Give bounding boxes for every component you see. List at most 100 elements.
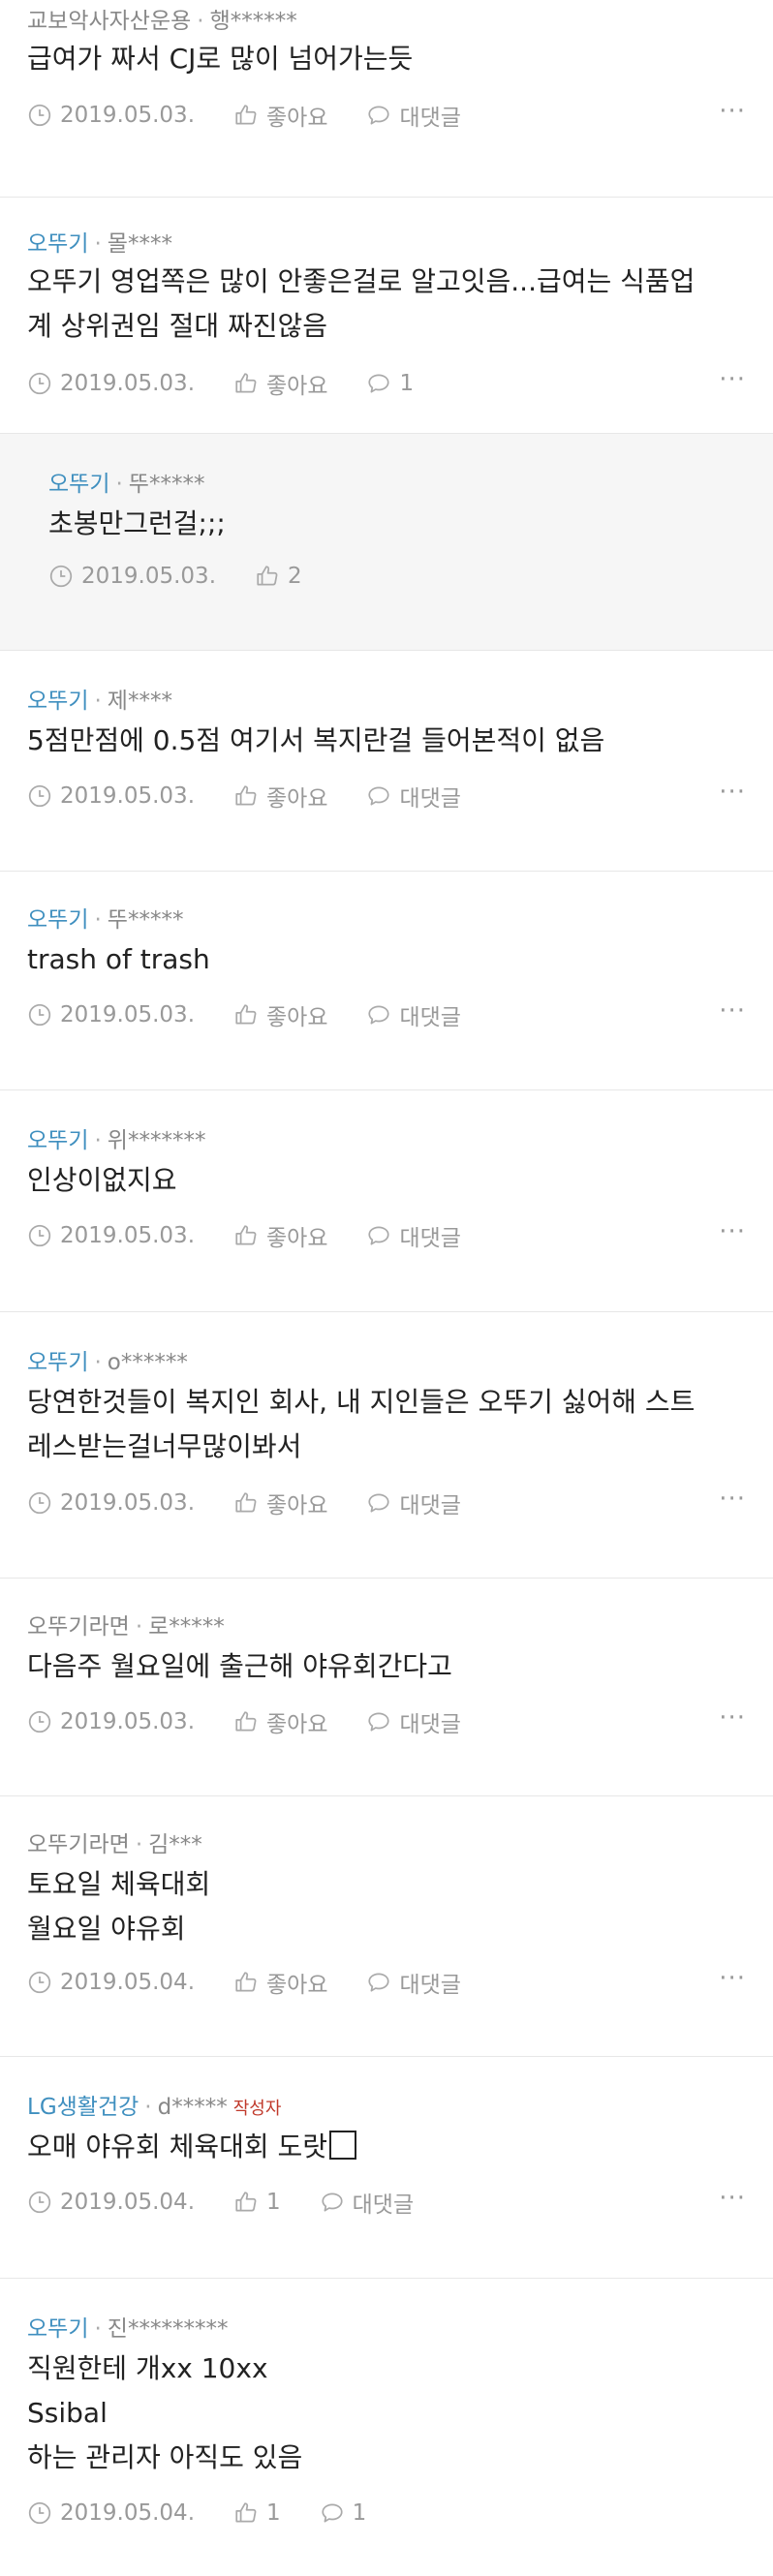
reply-count: 1 (352, 2500, 367, 2526)
clock-icon (28, 104, 51, 127)
like-button[interactable]: 좋아요 (233, 1487, 327, 1519)
more-options-icon[interactable]: ··· (719, 780, 746, 805)
author-name: 뚜***** (128, 472, 205, 497)
comment-line: 월요일 야유회 (27, 1913, 186, 1945)
comment-date: 2019.05.03. (60, 1709, 195, 1734)
comment-meta: LG생활건강 · d***** 작성자 (27, 2088, 281, 2121)
like-button[interactable]: 좋아요 (233, 1219, 327, 1252)
speech-bubble-icon (368, 1973, 390, 1992)
reply-count: 대댓글 (399, 1493, 461, 1518)
comment-item: 오뚜기 · 제**** 5점만점에 0.5점 여기서 복지란걸 들어본적이 없음 2… (0, 651, 773, 872)
comment-date: 2019.05.04. (60, 2500, 195, 2526)
comment-meta: 오뚜기라면 · 로***** (27, 1608, 225, 1641)
reply-button[interactable]: 대댓글 (320, 2186, 414, 2219)
comment-meta: 오뚜기 · o****** (27, 1343, 188, 1376)
reply-button[interactable]: 대댓글 (366, 1705, 461, 1738)
comment-text: 오매 야유회 체육대회 도랏 (27, 2131, 328, 2162)
speech-bubble-icon (322, 2193, 343, 2212)
like-button[interactable]: 1 (233, 2190, 281, 2215)
speech-bubble-icon (368, 1226, 390, 1245)
reply-button[interactable]: 대댓글 (366, 1966, 461, 1999)
comment-actions: 2019.05.03. 좋아요 대댓글 ··· (27, 99, 746, 132)
like-button[interactable]: 좋아요 (233, 99, 327, 132)
company-name[interactable]: 오뚜기 (27, 689, 88, 714)
author-badge: 작성자 (232, 2099, 282, 2119)
comment-line: 오매 야유회 체육대회 도랏 (27, 2125, 746, 2169)
company-name[interactable]: 교보악사자산운용 (27, 9, 191, 34)
like-count: 좋아요 (266, 1005, 328, 1030)
more-options-icon[interactable]: ··· (719, 367, 746, 392)
company-name[interactable]: 오뚜기라면 (27, 1614, 130, 1640)
meta-separator: · (94, 2316, 102, 2342)
comment-item: 오뚜기라면 · 로***** 다음주 월요일에 출근해 야유회간다고 2019.05… (0, 1579, 773, 1796)
more-options-icon[interactable]: ··· (719, 99, 746, 124)
like-button[interactable]: 좋아요 (233, 780, 327, 813)
comment-date: 2019.05.03. (60, 783, 195, 809)
date-stamp: 2019.05.04. (27, 2190, 195, 2215)
comment-line: 토요일 체육대회 (27, 1868, 211, 1900)
more-options-icon[interactable]: ··· (719, 1487, 746, 1512)
comment-date: 2019.05.03. (60, 103, 195, 128)
reply-button[interactable]: 1 (320, 2500, 367, 2526)
like-button[interactable]: 2 (255, 564, 302, 589)
more-options-icon[interactable]: ··· (719, 1219, 746, 1244)
company-name[interactable]: 오뚜기 (48, 472, 109, 497)
comment-date: 2019.05.03. (60, 1223, 195, 1248)
like-button[interactable]: 1 (233, 2500, 281, 2526)
company-name[interactable]: 오뚜기 (27, 1128, 88, 1153)
like-button[interactable]: 좋아요 (233, 998, 327, 1031)
comment-actions: 2019.05.03. 좋아요 대댓글 ··· (27, 1487, 746, 1519)
company-name[interactable]: 오뚜기 (27, 907, 88, 933)
comment-item: 오뚜기라면 · 김*** 토요일 체육대회 월요일 야유회 2019.05.04. 좋… (0, 1796, 773, 2057)
reply-button[interactable]: 1 (366, 371, 414, 396)
comment-body: 급여가 짜서 CJ로 많이 넘어가는듯 (27, 37, 746, 81)
clock-icon (28, 784, 51, 808)
speech-bubble-icon (368, 1712, 390, 1732)
reply-count: 1 (399, 371, 415, 396)
comment-body: 오매 야유회 체육대회 도랏 (27, 2125, 746, 2169)
like-button[interactable]: 좋아요 (233, 1705, 327, 1738)
clock-icon (28, 1971, 51, 1994)
date-stamp: 2019.05.03. (27, 1490, 195, 1516)
company-name[interactable]: 오뚜기 (27, 231, 88, 257)
company-name[interactable]: 오뚜기 (27, 2316, 88, 2342)
author-name: 제**** (107, 689, 172, 714)
comment-line: 당연한것들이 복지인 회사, 내 지인들은 오뚜기 싫어해 스트 (27, 1386, 696, 1418)
more-options-icon[interactable]: ··· (719, 998, 746, 1024)
speech-bubble-icon (368, 786, 390, 806)
like-count: 좋아요 (266, 1493, 328, 1518)
reply-button[interactable]: 대댓글 (366, 1219, 461, 1252)
reply-button[interactable]: 대댓글 (366, 780, 461, 813)
meta-separator: · (94, 1128, 102, 1153)
clock-icon (49, 565, 73, 588)
reply-button[interactable]: 대댓글 (366, 998, 461, 1031)
more-options-icon[interactable]: ··· (719, 2186, 746, 2211)
like-button[interactable]: 좋아요 (233, 367, 327, 400)
comment-item: 오뚜기 · o****** 당연한것들이 복지인 회사, 내 지인들은 오뚜기 싫어… (0, 1312, 773, 1579)
more-options-icon[interactable]: ··· (719, 1705, 746, 1731)
like-count: 1 (266, 2190, 281, 2215)
date-stamp: 2019.05.03. (48, 564, 216, 589)
like-count: 1 (266, 2500, 281, 2526)
comment-actions: 2019.05.03. 좋아요 대댓글 ··· (27, 780, 746, 813)
company-name[interactable]: 오뚜기 (27, 1350, 88, 1375)
comment-item: 오뚜기 · 진********* 직원한테 개xx 10xx Ssibal 하는 관리자… (0, 2279, 773, 2569)
like-count: 좋아요 (266, 374, 328, 399)
company-name[interactable]: LG생활건강 (27, 2095, 139, 2120)
comment-meta: 오뚜기 · 위******* (27, 1121, 205, 1154)
reply-button[interactable]: 대댓글 (366, 99, 461, 132)
meta-separator: · (144, 2095, 152, 2120)
comment-date: 2019.05.03. (60, 1002, 195, 1027)
meta-separator: · (94, 231, 102, 257)
comment-line: 계 상위권임 절대 짜진않음 (27, 310, 328, 342)
date-stamp: 2019.05.03. (27, 103, 195, 128)
comment-meta: 오뚜기 · 진********* (27, 2310, 228, 2343)
company-name[interactable]: 오뚜기라면 (27, 1832, 130, 1857)
comment-date: 2019.05.03. (60, 1490, 195, 1516)
comment-actions: 2019.05.03. 좋아요 대댓글 ··· (27, 1219, 746, 1252)
more-options-icon[interactable]: ··· (719, 1966, 746, 1991)
like-button[interactable]: 좋아요 (233, 1966, 327, 1999)
thumbs-up-icon (235, 1004, 257, 1025)
reply-button[interactable]: 대댓글 (366, 1487, 461, 1519)
clock-icon (28, 372, 51, 395)
